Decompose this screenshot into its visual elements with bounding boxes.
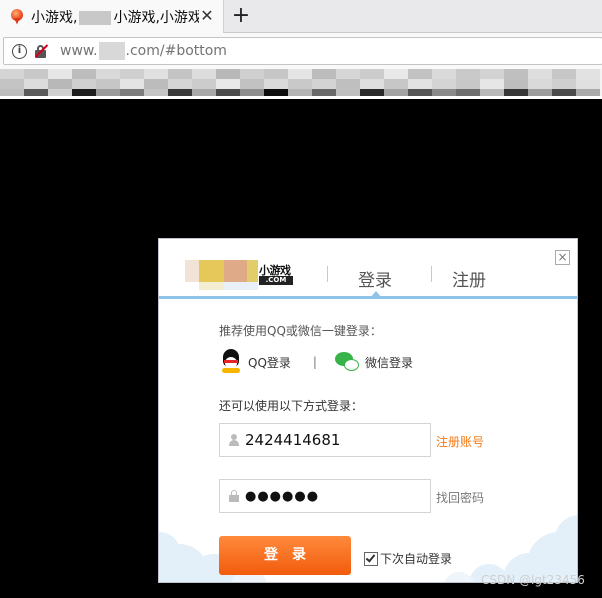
map-pin-icon xyxy=(9,8,25,25)
tab-login[interactable]: 登录 xyxy=(358,266,392,291)
site-logo: 小游戏 .COM xyxy=(185,260,297,290)
redacted-bookmark xyxy=(96,69,120,96)
redacted-bookmark xyxy=(288,69,312,96)
header-divider xyxy=(327,266,328,282)
auto-login-option[interactable]: 下次自动登录 xyxy=(364,550,452,567)
auto-login-label: 下次自动登录 xyxy=(380,552,453,566)
login-button[interactable]: 登录 xyxy=(219,536,351,575)
redacted-bookmark xyxy=(48,69,72,96)
redacted-bookmark xyxy=(456,69,480,96)
redacted-bookmark xyxy=(408,69,432,96)
insecure-lock-icon[interactable] xyxy=(34,44,49,58)
redacted-bookmark xyxy=(168,69,192,96)
close-icon[interactable]: × xyxy=(555,250,570,265)
username-value[interactable]: 2424414681 xyxy=(245,431,340,449)
bookmarks-toolbar xyxy=(0,69,602,96)
browser-tab[interactable]: 小游戏, 小游戏,小游戏 ✕ xyxy=(0,0,224,33)
redacted-bookmark xyxy=(24,69,48,96)
redacted-bookmark xyxy=(240,69,264,96)
wechat-login-link[interactable]: 微信登录 xyxy=(365,354,413,371)
redacted-bookmark xyxy=(480,69,504,96)
social-separator: | xyxy=(312,355,317,369)
redacted-bookmark xyxy=(216,69,240,96)
close-tab-icon[interactable]: ✕ xyxy=(199,8,215,24)
redacted-bookmark xyxy=(312,69,336,96)
url-bar[interactable]: i www. .com/#bottom xyxy=(3,37,602,65)
redacted-bookmark xyxy=(504,69,528,96)
login-dialog: 小游戏 .COM 登录 注册 × 推荐使用QQ或微信一键登录： QQ登录 | 微… xyxy=(158,238,578,583)
tab-register[interactable]: 注册 xyxy=(452,266,486,291)
redacted-bookmark xyxy=(336,69,360,96)
recommend-label: 推荐使用QQ或微信一键登录： xyxy=(219,324,382,338)
redacted-bookmark xyxy=(264,69,288,96)
watermark: CSDN @lgt23456 xyxy=(481,573,585,587)
redacted-bookmark xyxy=(0,69,24,96)
new-tab-button[interactable]: + xyxy=(229,4,253,28)
qq-penguin-icon[interactable] xyxy=(219,349,243,375)
info-icon[interactable]: i xyxy=(12,43,27,59)
dialog-header: 小游戏 .COM 登录 注册 × xyxy=(159,239,577,299)
active-tab-pointer xyxy=(370,291,382,298)
tab-bar: 小游戏, 小游戏,小游戏 ✕ + xyxy=(0,0,602,33)
auto-login-checkbox[interactable] xyxy=(364,551,378,566)
register-account-link[interactable]: 注册账号 xyxy=(436,433,484,450)
wechat-icon[interactable] xyxy=(334,350,361,374)
redacted-bookmark xyxy=(144,69,168,96)
redacted-bookmark xyxy=(120,69,144,96)
nav-bar: i www. .com/#bottom xyxy=(0,33,602,69)
redacted-bookmark xyxy=(72,69,96,96)
redacted-bookmark xyxy=(360,69,384,96)
username-field[interactable]: 2424414681 xyxy=(219,423,431,457)
toolbar-divider xyxy=(0,96,602,99)
social-login-row: QQ登录 | 微信登录 xyxy=(219,349,413,375)
qq-login-link[interactable]: QQ登录 xyxy=(248,354,291,371)
alt-login-label: 还可以使用以下方式登录： xyxy=(219,399,364,413)
user-icon xyxy=(229,434,239,446)
check-icon xyxy=(365,551,376,563)
url-text[interactable]: www. .com/#bottom xyxy=(60,42,227,60)
redacted-bookmark xyxy=(552,69,576,96)
redacted-bookmark xyxy=(432,69,456,96)
redacted-text xyxy=(79,10,112,25)
redacted-bookmark xyxy=(192,69,216,96)
redacted-bookmark xyxy=(576,69,600,96)
redacted-bookmark xyxy=(528,69,552,96)
redacted-bookmark xyxy=(384,69,408,96)
header-divider xyxy=(431,266,432,282)
redacted-text xyxy=(98,42,125,60)
tab-title: 小游戏, 小游戏,小游戏 xyxy=(31,9,199,26)
